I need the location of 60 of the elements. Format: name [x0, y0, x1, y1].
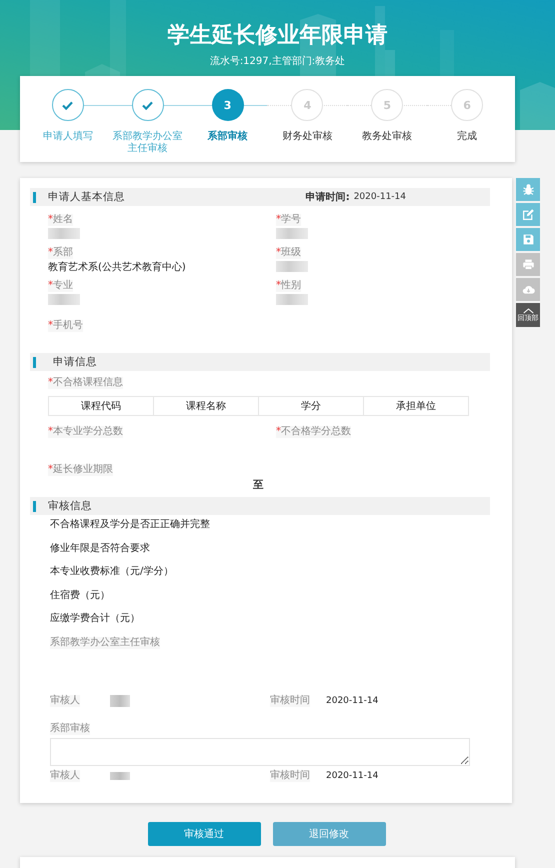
column-header: 课程名称	[154, 396, 258, 416]
toolbar-button[interactable]	[516, 203, 540, 226]
field-label: *不合格课程信息	[48, 377, 123, 389]
toolbar-button[interactable]	[516, 228, 540, 251]
field-label: *性别	[276, 280, 301, 292]
range-separator: 至	[252, 478, 265, 492]
check-icon	[142, 100, 154, 110]
review-item: 应缴学费合计（元）	[50, 613, 141, 625]
bug-icon	[522, 183, 534, 196]
date-value: 2020-11-14	[354, 192, 406, 202]
cloud-download-icon	[522, 283, 534, 296]
time-label: 审核时间	[270, 694, 310, 706]
field-label: 系部教学办公室主任审核	[50, 636, 160, 648]
field-label: *手机号	[48, 320, 83, 332]
toolbar-button[interactable]	[516, 278, 540, 301]
section-title: 审核信息	[48, 499, 92, 513]
step-label: 完成	[456, 131, 478, 143]
review-item: 住宿费（元）	[50, 590, 111, 602]
time-value: 2020-11-14	[326, 696, 378, 706]
page-subtitle: 流水号:1297,主管部门:教务处	[210, 54, 346, 68]
field-value: 教育艺术系(公共艺术教育中心)	[48, 261, 187, 274]
printer-icon	[522, 258, 534, 271]
step-number: 3	[224, 98, 232, 112]
review-item: 不合格课程及学分是否正正确并完整	[50, 519, 211, 531]
save-icon	[522, 233, 534, 246]
field-label: *班级	[276, 247, 301, 259]
column-header: 承担单位	[364, 396, 468, 416]
review-textarea[interactable]	[50, 738, 470, 766]
field-label: *延长修业期限	[48, 464, 113, 476]
toolbar-button[interactable]	[516, 178, 540, 201]
edit-icon	[522, 208, 534, 221]
review-item: 修业年限是否符合要求	[50, 542, 151, 554]
page-title: 学生延长修业年限申请	[168, 22, 388, 50]
toolbar-button[interactable]	[516, 253, 540, 276]
field-label: *学号	[276, 214, 301, 226]
time-label: 审核时间	[270, 770, 310, 782]
column-header: 学分	[258, 396, 364, 416]
reviewer-label: 审核人	[50, 770, 80, 782]
return-button[interactable]: 退回修改	[272, 822, 386, 846]
section-title: 申请人基本信息	[48, 190, 125, 204]
time-value: 2020-11-14	[326, 770, 378, 780]
field-label: *姓名	[48, 214, 73, 226]
check-icon	[62, 100, 74, 110]
approve-button[interactable]: 审核通过	[148, 822, 260, 846]
chevron-up-icon	[522, 308, 534, 314]
step-label: 申请人填写	[42, 131, 94, 143]
column-header: 课程代码	[48, 396, 154, 416]
step-label: 系部审核	[206, 131, 249, 143]
step-label: 教务处审核	[361, 131, 414, 143]
date-label: 申请时间:	[306, 190, 350, 204]
review-item: 本专业收费标准（元/学分）	[50, 566, 174, 578]
field-label: *专业	[48, 280, 73, 292]
field-label: *不合格学分总数	[276, 426, 351, 438]
step-label: 系部教学办公室主任审核	[112, 131, 184, 155]
section-title: 申请信息	[53, 355, 97, 369]
field-label: *本专业学分总数	[48, 426, 123, 438]
field-label: 系部审核	[50, 722, 90, 734]
reviewer-label: 审核人	[50, 694, 80, 706]
field-label: *系部	[48, 247, 73, 259]
step-label: 财务处审核	[281, 131, 334, 143]
